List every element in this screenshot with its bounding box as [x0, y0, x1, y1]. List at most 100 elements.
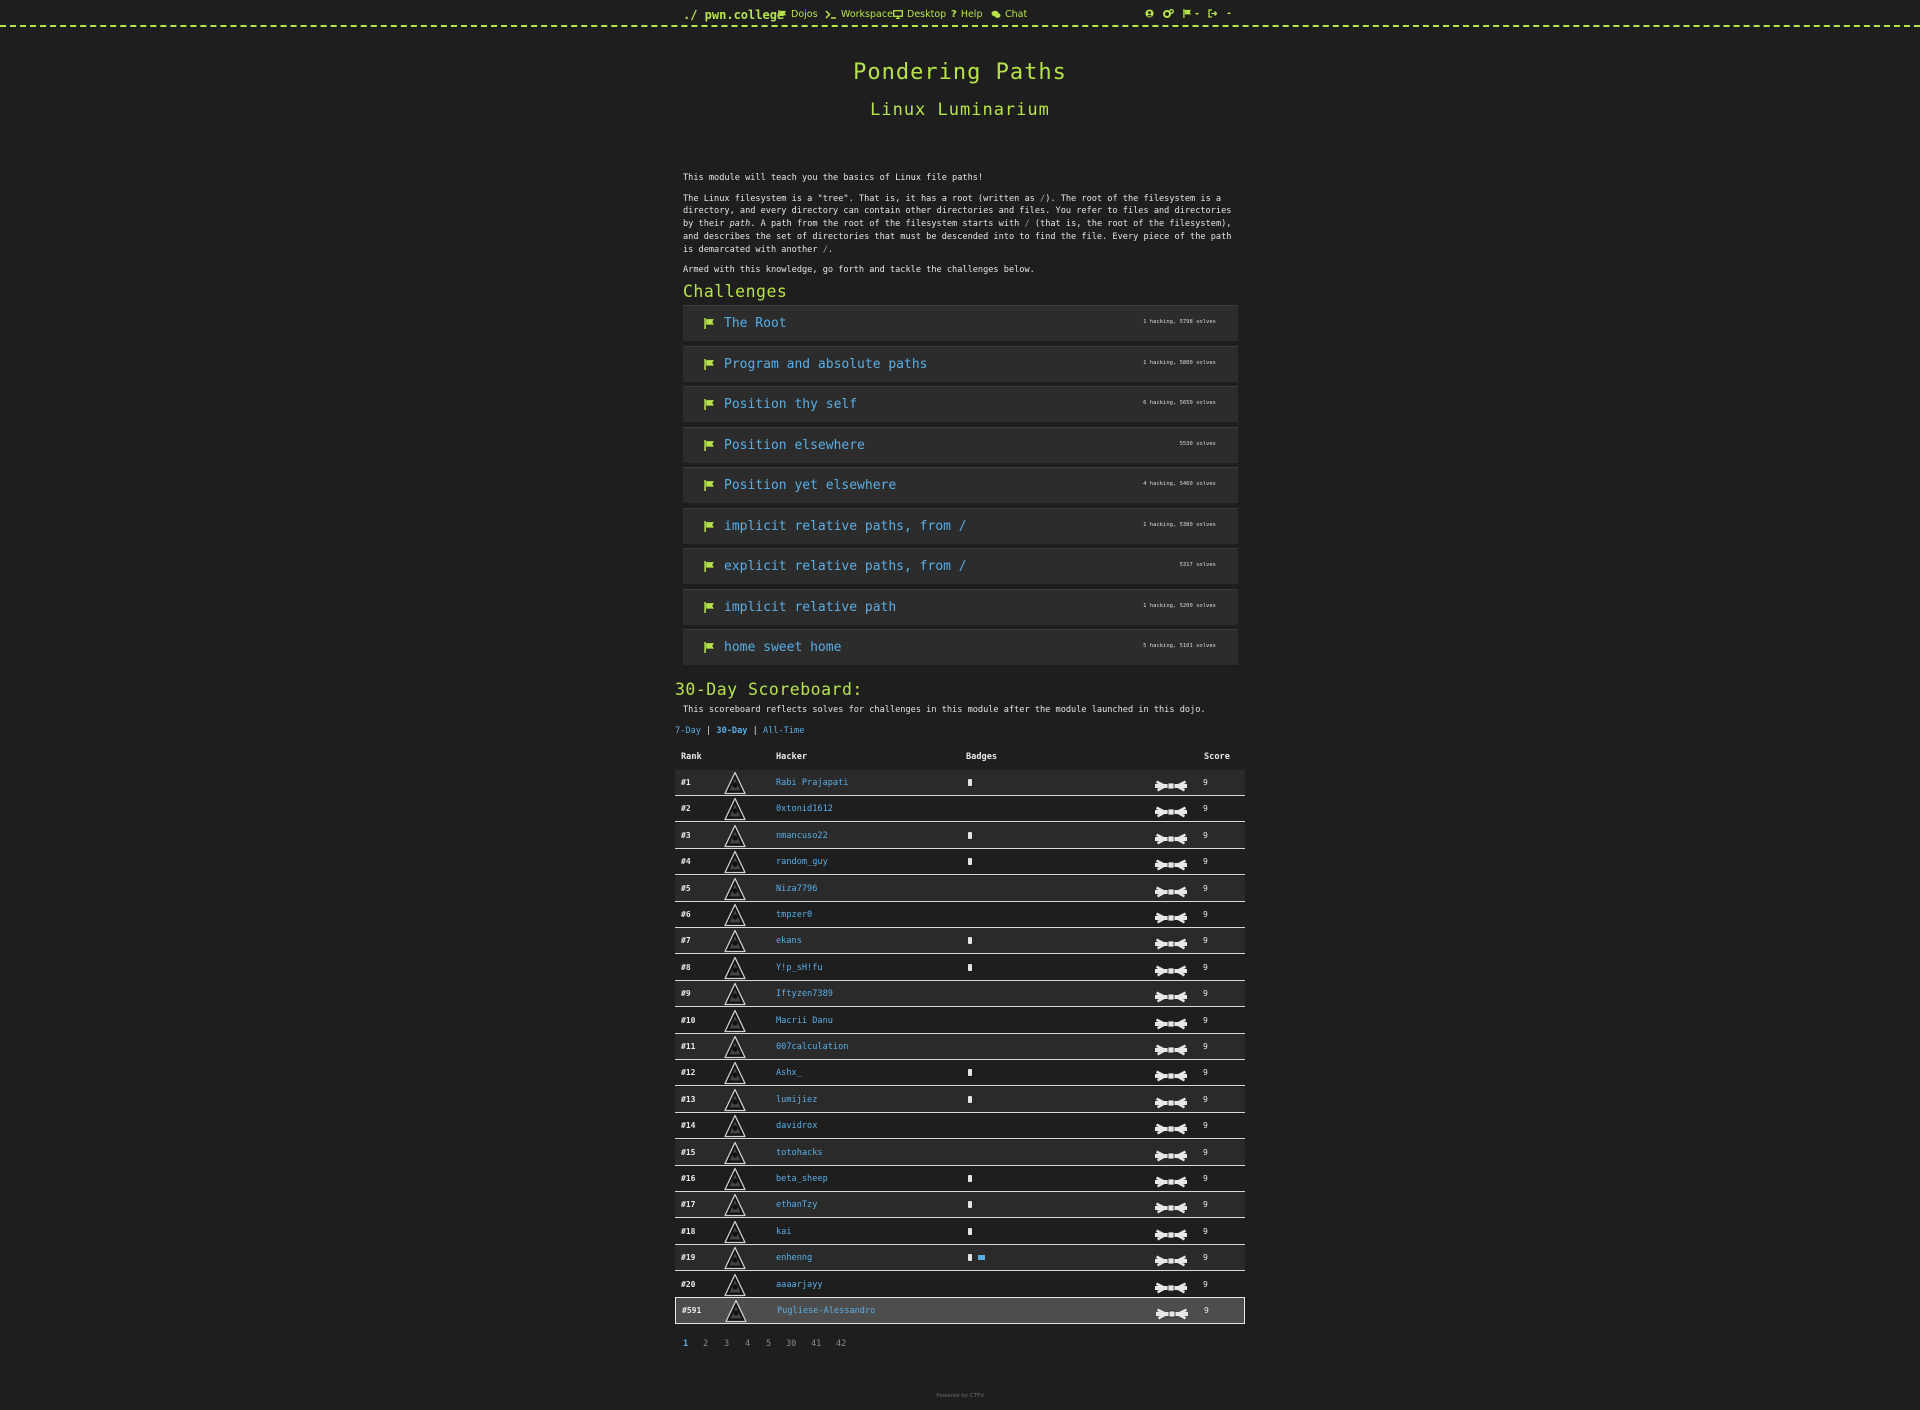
- hacker-link[interactable]: davidrox: [776, 1121, 817, 1131]
- tab-30-day[interactable]: 30-Day: [716, 726, 747, 736]
- challenge-item[interactable]: explicit relative paths, from / 5317 sol…: [683, 548, 1238, 584]
- hacker-link[interactable]: Y!p_sH!fu: [776, 963, 823, 973]
- page-link[interactable]: 1: [683, 1339, 688, 1349]
- nav-logout[interactable]: [1208, 9, 1218, 18]
- hacker-link[interactable]: Pugliese-Alessandro: [777, 1306, 875, 1316]
- hacker-link[interactable]: ekans: [776, 936, 802, 946]
- challenge-item[interactable]: Position elsewhere 5530 solves: [683, 427, 1238, 463]
- hacker-avatar-icon[interactable]: [723, 1141, 747, 1169]
- page-link[interactable]: 3: [724, 1339, 729, 1349]
- page-link[interactable]: 2: [703, 1339, 708, 1349]
- rank-cell: #10: [681, 1016, 696, 1025]
- page-link[interactable]: 4: [745, 1339, 750, 1349]
- belt-badge-icon[interactable]: [968, 1228, 972, 1235]
- belt-badge-icon[interactable]: [968, 1254, 972, 1261]
- hacker-link[interactable]: tmpzer0: [776, 910, 812, 920]
- flag-icon: [704, 399, 714, 410]
- belt-icon: [1155, 1015, 1187, 1034]
- nav-chat[interactable]: Chat: [991, 9, 1027, 20]
- brand-logo-link[interactable]: ./ pwn.college: [683, 8, 784, 22]
- hacker-link[interactable]: Niza7796: [776, 884, 817, 894]
- hacker-link[interactable]: beta_sheep: [776, 1174, 828, 1184]
- hacker-link[interactable]: 007calculation: [776, 1042, 848, 1052]
- page-link[interactable]: 30: [786, 1339, 796, 1349]
- hacker-avatar-icon[interactable]: [724, 1299, 748, 1327]
- hacker-avatar-icon[interactable]: [723, 1061, 747, 1089]
- belt-badge-icon[interactable]: [968, 1069, 972, 1076]
- user-icon: [1145, 9, 1154, 18]
- hacker-link[interactable]: ethanTzy: [776, 1200, 817, 1210]
- hacker-avatar-icon[interactable]: [723, 982, 747, 1010]
- hacker-link[interactable]: aaaarjayy: [776, 1280, 823, 1290]
- nav-desktop[interactable]: Desktop: [893, 9, 946, 20]
- score-cell: 9: [1203, 1227, 1208, 1236]
- hacker-link[interactable]: 0xtonid1612: [776, 804, 833, 814]
- hacker-avatar-icon[interactable]: [723, 1035, 747, 1063]
- belt-badge-icon[interactable]: [968, 779, 972, 786]
- hacker-link[interactable]: random_guy: [776, 857, 828, 867]
- hacker-avatar-icon[interactable]: [723, 824, 747, 852]
- hacker-avatar-icon[interactable]: [723, 797, 747, 825]
- dojo-title-link[interactable]: Linux Luminarium: [0, 100, 1920, 120]
- belt-badge-icon[interactable]: [968, 937, 972, 944]
- nav-dojos[interactable]: Dojos: [778, 9, 818, 20]
- hacker-avatar-icon[interactable]: [723, 1220, 747, 1248]
- hacker-link[interactable]: Rabi Prajapati: [776, 778, 848, 788]
- hacker-avatar-icon[interactable]: [723, 771, 747, 799]
- nav-help[interactable]: ? Help: [951, 9, 982, 20]
- hacker-avatar-icon[interactable]: [723, 956, 747, 984]
- rank-cell: #4: [681, 857, 691, 866]
- hacker-avatar-icon[interactable]: [723, 1114, 747, 1142]
- hacker-link[interactable]: Iftyzen7389: [776, 989, 833, 999]
- hacker-link[interactable]: kai: [776, 1227, 792, 1237]
- tab-7-day[interactable]: 7-Day: [675, 726, 701, 736]
- hacker-avatar-icon[interactable]: [723, 1167, 747, 1195]
- nav-settings[interactable]: [1163, 9, 1174, 18]
- challenge-item[interactable]: Program and absolute paths 1 hacking, 58…: [683, 346, 1238, 382]
- hacker-link[interactable]: lumijiez: [776, 1095, 817, 1105]
- score-cell: 9: [1203, 778, 1208, 787]
- hacker-avatar-icon[interactable]: [723, 1246, 747, 1274]
- page-link[interactable]: 42: [836, 1339, 846, 1349]
- challenge-item[interactable]: Position thy self 6 hacking, 5650 solves: [683, 386, 1238, 422]
- nav-theme-toggle[interactable]: [1226, 9, 1232, 18]
- challenge-item[interactable]: home sweet home 5 hacking, 5101 solves: [683, 629, 1238, 665]
- belt-badge-icon[interactable]: [968, 858, 972, 865]
- hacker-avatar-icon[interactable]: [723, 877, 747, 905]
- nav-account[interactable]: [1145, 9, 1154, 18]
- hacker-avatar-icon[interactable]: [723, 1088, 747, 1116]
- hacker-link[interactable]: totohacks: [776, 1148, 823, 1158]
- flag-icon: [704, 359, 714, 370]
- challenge-item[interactable]: implicit relative path 1 hacking, 5200 s…: [683, 589, 1238, 625]
- belt-icon: [1155, 1120, 1187, 1139]
- page-link[interactable]: 5: [766, 1339, 771, 1349]
- hacker-avatar-icon[interactable]: [723, 929, 747, 957]
- hacker-avatar-icon[interactable]: [723, 1193, 747, 1221]
- challenge-item[interactable]: Position yet elsewhere 4 hacking, 5460 s…: [683, 467, 1238, 503]
- page-link[interactable]: 41: [811, 1339, 821, 1349]
- score-cell: 9: [1203, 963, 1208, 972]
- nav-chat-label: Chat: [1005, 9, 1028, 20]
- hacker-link[interactable]: nmancuso22: [776, 831, 828, 841]
- hacker-avatar-icon[interactable]: [723, 1009, 747, 1037]
- challenge-item[interactable]: implicit relative paths, from / 1 hackin…: [683, 508, 1238, 544]
- belt-badge-icon[interactable]: [968, 1201, 972, 1208]
- belt-badge-icon[interactable]: [968, 832, 972, 839]
- nav-help-label: Help: [960, 9, 983, 20]
- tab-all-time[interactable]: All-Time: [763, 726, 804, 736]
- belt-icon: [1155, 1094, 1187, 1113]
- tab-separator: |: [700, 726, 717, 736]
- hacker-link[interactable]: enhenng: [776, 1253, 812, 1263]
- belt-badge-icon[interactable]: [968, 964, 972, 971]
- nav-workspace[interactable]: Workspace: [825, 9, 893, 20]
- hacker-avatar-icon[interactable]: [723, 850, 747, 878]
- challenge-item[interactable]: The Root 1 hacking, 5798 solves: [683, 305, 1238, 341]
- emoji-badge-icon[interactable]: [978, 1255, 985, 1260]
- nav-dojos-label: Dojos: [791, 9, 818, 20]
- hacker-link[interactable]: Macrii Danu: [776, 1016, 833, 1026]
- hacker-link[interactable]: Ashx_: [776, 1068, 802, 1078]
- nav-notifications[interactable]: [1183, 9, 1200, 18]
- hacker-avatar-icon[interactable]: [723, 903, 747, 931]
- belt-badge-icon[interactable]: [968, 1096, 972, 1103]
- belt-badge-icon[interactable]: [968, 1175, 972, 1182]
